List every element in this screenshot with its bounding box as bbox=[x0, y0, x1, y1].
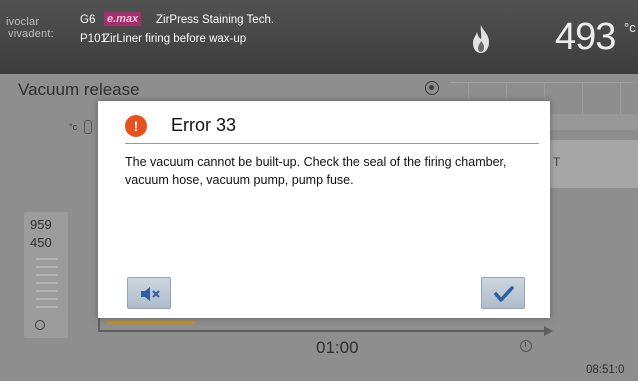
program-name: ZirLiner firing before wax-up bbox=[103, 33, 247, 45]
logo-line-2: vivadent: bbox=[8, 28, 54, 40]
vacuum-level-bars bbox=[36, 258, 58, 316]
stage-label: Vacuum release bbox=[18, 80, 140, 99]
side-action-label: T bbox=[553, 155, 561, 169]
clock-icon bbox=[520, 340, 532, 352]
time-remaining: 01:00 bbox=[316, 338, 359, 357]
system-time: 08:51:0 bbox=[586, 364, 625, 376]
user-icon[interactable] bbox=[425, 81, 439, 95]
device-group: G6 bbox=[80, 14, 96, 26]
error-title: Error 33 bbox=[171, 115, 237, 135]
ivoclar-vivadent-logo: ivoclar vivadent: bbox=[6, 16, 76, 40]
error-icon: ! bbox=[125, 115, 147, 137]
speaker-mute-icon bbox=[141, 287, 160, 301]
header-bar: ivoclar vivadent: G6 e.max ZirPress Stai… bbox=[0, 0, 638, 74]
vacuum-value-2: 450 bbox=[30, 235, 52, 250]
error-message: The vacuum cannot be built-up. Check the… bbox=[125, 155, 507, 187]
program-progress-bar bbox=[107, 321, 195, 324]
thermometer-icon bbox=[84, 120, 92, 134]
vacuum-value-1: 959 bbox=[30, 217, 52, 232]
brand-badge: e.max bbox=[104, 12, 142, 26]
flame-icon bbox=[473, 25, 489, 53]
checkmark-icon bbox=[494, 286, 514, 302]
side-action-button[interactable]: T bbox=[545, 140, 638, 188]
curve-temp-unit: °c bbox=[69, 122, 78, 132]
header-title: ZirPress Staining Tech. bbox=[156, 14, 275, 26]
temperature-unit: °c bbox=[624, 20, 636, 35]
curve-x-axis bbox=[98, 330, 546, 332]
dialog-divider bbox=[125, 143, 539, 144]
confirm-button[interactable] bbox=[481, 277, 525, 309]
vacuum-gauge-icon bbox=[35, 320, 45, 330]
time-axis-arrow bbox=[544, 326, 553, 336]
logo-line-1: ivoclar bbox=[6, 16, 40, 28]
furnace-temperature: 493 bbox=[555, 16, 616, 58]
error-dialog: ! Error 33 The vacuum cannot be built-up… bbox=[98, 101, 550, 318]
mute-alarm-button[interactable] bbox=[127, 277, 171, 309]
